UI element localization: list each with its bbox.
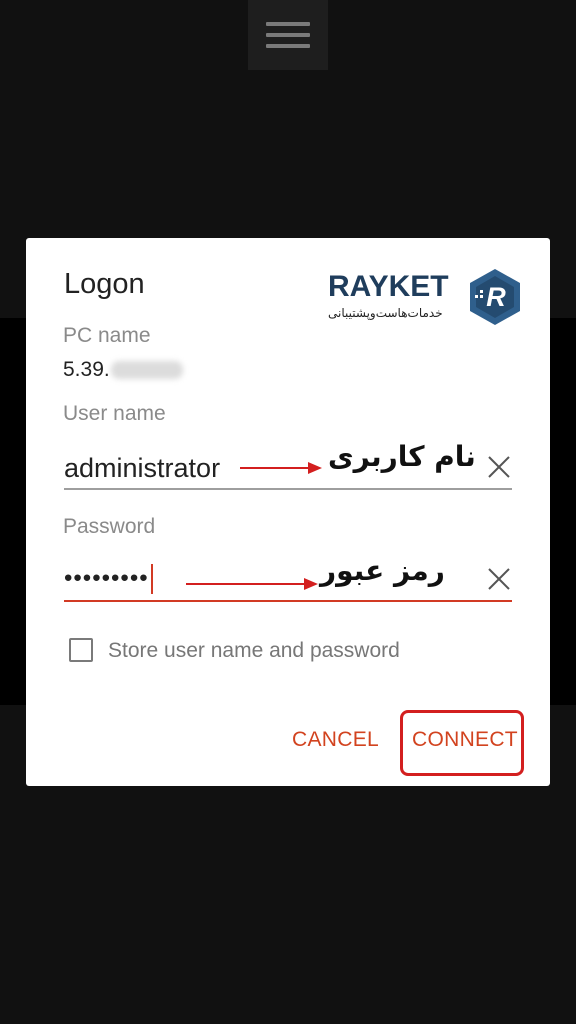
pc-name-value: 5.39.	[63, 358, 183, 382]
clear-password-icon[interactable]	[486, 566, 512, 592]
logo-text: RAYKET	[328, 270, 449, 303]
user-name-label: User name	[63, 402, 166, 425]
redacted-ip-blur	[110, 361, 183, 380]
cancel-button[interactable]: CANCEL	[292, 728, 379, 752]
connect-button[interactable]: CONNECT	[412, 728, 518, 752]
hamburger-menu-button[interactable]	[248, 0, 328, 70]
logo-subtitle: خدمات‌هاست‌وپشتیبانی	[328, 306, 443, 320]
password-annotation: رمز عبور	[320, 554, 445, 587]
password-label: Password	[63, 515, 156, 538]
svg-text:R: R	[486, 282, 506, 312]
annotation-arrow-password	[186, 578, 318, 590]
pc-name-label: PC name	[63, 324, 151, 347]
rayket-logo: RAYKET خدمات‌هاست‌وپشتیبانی R	[328, 268, 522, 328]
store-credentials-checkbox[interactable]	[69, 638, 93, 662]
hamburger-menu-icon	[266, 22, 310, 26]
text-cursor	[150, 564, 153, 594]
annotation-arrow-user	[240, 462, 322, 474]
dialog-title: Logon	[64, 268, 145, 300]
user-name-annotation: نام کاربری	[328, 440, 476, 473]
password-value[interactable]: •••••••••	[64, 564, 153, 594]
clear-user-name-icon[interactable]	[486, 454, 512, 480]
store-credentials-label[interactable]: Store user name and password	[108, 639, 400, 663]
logon-dialog: Logon RAYKET خدمات‌هاست‌وپشتیبانی R PC n…	[26, 238, 550, 786]
user-name-value[interactable]: administrator	[64, 453, 220, 484]
logo-badge-icon: R	[470, 269, 520, 325]
